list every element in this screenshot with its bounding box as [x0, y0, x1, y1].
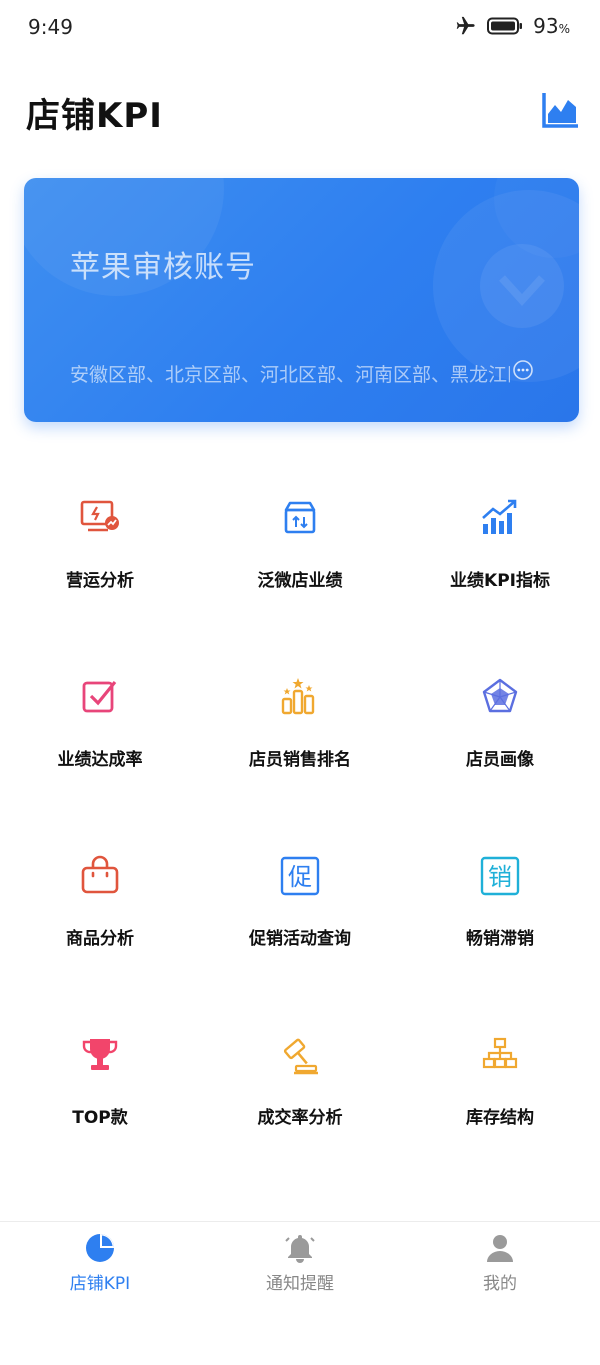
tab-label: 店铺KPI	[69, 1274, 131, 1294]
tab-label: 我的	[483, 1274, 517, 1294]
bar-trend-icon	[482, 499, 517, 534]
menu-item-label: 库存结构	[466, 1108, 534, 1128]
user-icon	[487, 1235, 513, 1262]
tab-mine[interactable]: 我的	[400, 1222, 600, 1300]
menu-item-label: 业绩达成率	[57, 750, 143, 770]
menu-item-label: 促销活动查询	[249, 929, 351, 949]
trophy-icon	[82, 1039, 118, 1070]
status-bar: 9:49 93%	[0, 0, 600, 56]
menu-item-operations-analysis[interactable]: 营运分析	[0, 470, 200, 649]
more-options-icon[interactable]	[512, 359, 534, 381]
operations-analysis-icon	[80, 500, 119, 532]
battery-icon	[487, 17, 523, 35]
shopping-bag-icon	[81, 855, 119, 894]
menu-item-top-items[interactable]: TOP款	[0, 1007, 200, 1186]
airplane-mode-icon	[456, 16, 475, 35]
tab-notifications[interactable]: 通知提醒	[200, 1222, 400, 1300]
tab-bar: 店铺KPI 通知提醒 我的	[0, 1221, 600, 1300]
menu-item-kpi-indicators[interactable]: 业绩KPI指标	[400, 470, 600, 649]
menu-row: 营运分析 泛微店业绩 业绩KPI指标	[0, 470, 600, 649]
account-regions: 安徽区部、北京区部、河北区部、河南区部、黑龙江区部	[70, 364, 510, 386]
account-card[interactable]: 苹果审核账号 安徽区部、北京区部、河北区部、河南区部、黑龙江区部	[24, 178, 579, 422]
hierarchy-icon	[482, 1037, 518, 1069]
tab-label: 通知提醒	[266, 1274, 334, 1294]
menu-item-label: 畅销滞销	[466, 929, 534, 949]
menu-item-product-analysis[interactable]: 商品分析	[0, 828, 200, 1007]
svg-text:销: 销	[488, 863, 512, 891]
menu-item-label: 泛微店业绩	[257, 571, 343, 591]
menu-item-label: 店员画像	[466, 750, 534, 770]
battery-percentage: 93%	[533, 14, 570, 38]
ranking-icon	[281, 678, 315, 715]
menu-item-staff-ranking[interactable]: 店员销售排名	[200, 649, 400, 828]
status-indicators: 93%	[453, 14, 570, 38]
menu-item-label: 营运分析	[66, 571, 134, 591]
menu-item-best-worst-sellers[interactable]: 销 畅销滞销	[400, 828, 600, 1007]
radar-icon	[482, 678, 518, 713]
promotion-icon: 促	[280, 856, 320, 896]
menu-item-achievement-rate[interactable]: 业绩达成率	[0, 649, 200, 828]
pie-chart-icon	[86, 1234, 114, 1262]
menu-item-label: TOP款	[72, 1108, 128, 1128]
menu-item-label: 业绩KPI指标	[450, 571, 550, 591]
menu-item-label: 商品分析	[66, 929, 134, 949]
menu-item-label: 店员销售排名	[249, 750, 351, 770]
menu-item-conversion-rate[interactable]: 成交率分析	[200, 1007, 400, 1186]
menu-row: 商品分析 促 促销活动查询 销 畅销滞销	[0, 828, 600, 1007]
store-box-icon	[284, 501, 316, 534]
page-title: 店铺KPI	[26, 96, 163, 136]
menu-item-staff-profile[interactable]: 店员画像	[400, 649, 600, 828]
menu-row: TOP款 成交率分析 库存结构	[0, 1007, 600, 1186]
area-chart-icon[interactable]	[540, 90, 580, 130]
bell-icon	[285, 1235, 315, 1263]
status-time: 9:49	[28, 15, 73, 39]
menu-item-store-performance[interactable]: 泛微店业绩	[200, 470, 400, 649]
account-name: 苹果审核账号	[70, 250, 256, 285]
menu-row: 业绩达成率 店员销售排名 店员画像	[0, 649, 600, 828]
checkbox-icon	[82, 680, 117, 713]
menu-item-label: 成交率分析	[257, 1108, 343, 1128]
tab-store-kpi[interactable]: 店铺KPI	[0, 1222, 200, 1300]
menu-item-promotion-query[interactable]: 促 促销活动查询	[200, 828, 400, 1007]
gavel-icon	[283, 1038, 318, 1075]
menu-item-inventory-structure[interactable]: 库存结构	[400, 1007, 600, 1186]
svg-text:促: 促	[288, 863, 312, 891]
sales-icon: 销	[480, 856, 520, 896]
